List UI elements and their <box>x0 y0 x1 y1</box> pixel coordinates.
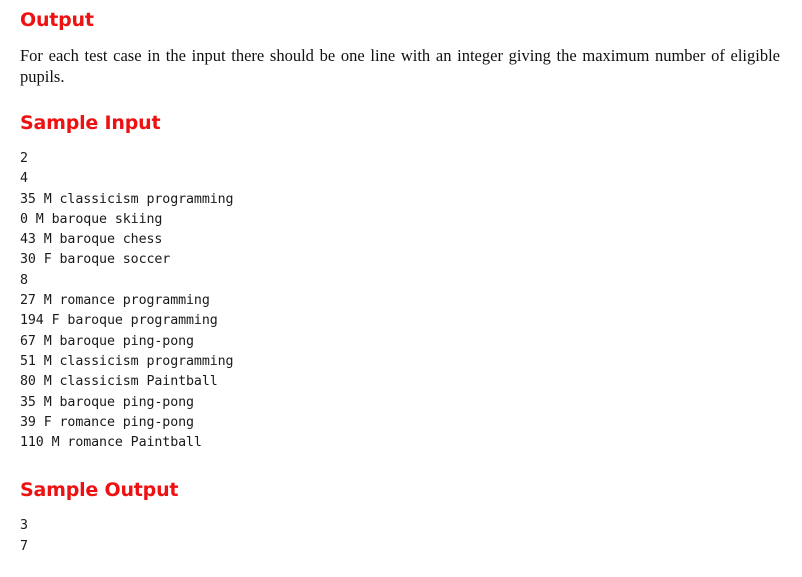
sample-output-line: 3 <box>20 518 28 534</box>
sample-input-line: 27 M romance programming <box>20 293 210 309</box>
section-heading-sample-input: Sample Input <box>20 112 161 134</box>
sample-input-line: 39 F romance ping-pong <box>20 414 194 430</box>
sample-input-line: 110 M romance Paintball <box>20 435 202 451</box>
section-heading-output: Output <box>20 9 94 31</box>
sample-input-line: 194 F baroque programming <box>20 313 218 329</box>
sample-input-line: 43 M baroque chess <box>20 232 163 248</box>
sample-input-line: 4 <box>20 171 28 187</box>
sample-input-line: 35 M classicism programming <box>20 191 234 207</box>
sample-input-line: 30 F baroque soccer <box>20 252 171 268</box>
sample-input-line: 51 M classicism programming <box>20 353 234 369</box>
sample-output-line: 7 <box>20 538 28 554</box>
sample-output-code-block: 37 <box>20 516 782 557</box>
sample-input-line: 2 <box>20 151 28 166</box>
sample-input-line: 0 M baroque skiing <box>20 211 163 227</box>
sample-input-line: 67 M baroque ping-pong <box>20 333 194 349</box>
sample-input-line: 8 <box>20 272 28 288</box>
output-description-paragraph: For each test case in the input there sh… <box>20 46 780 86</box>
sample-input-code-block: 2 4 35 M classicism programming 0 M baroque… <box>20 149 782 453</box>
document-page: Output For each test case in the input t… <box>0 0 802 577</box>
sample-input-line: 80 M classicism Paintball <box>20 374 218 390</box>
section-heading-sample-output: Sample Output <box>20 479 179 502</box>
sample-input-line: 35 M baroque ping-pong <box>20 394 194 410</box>
